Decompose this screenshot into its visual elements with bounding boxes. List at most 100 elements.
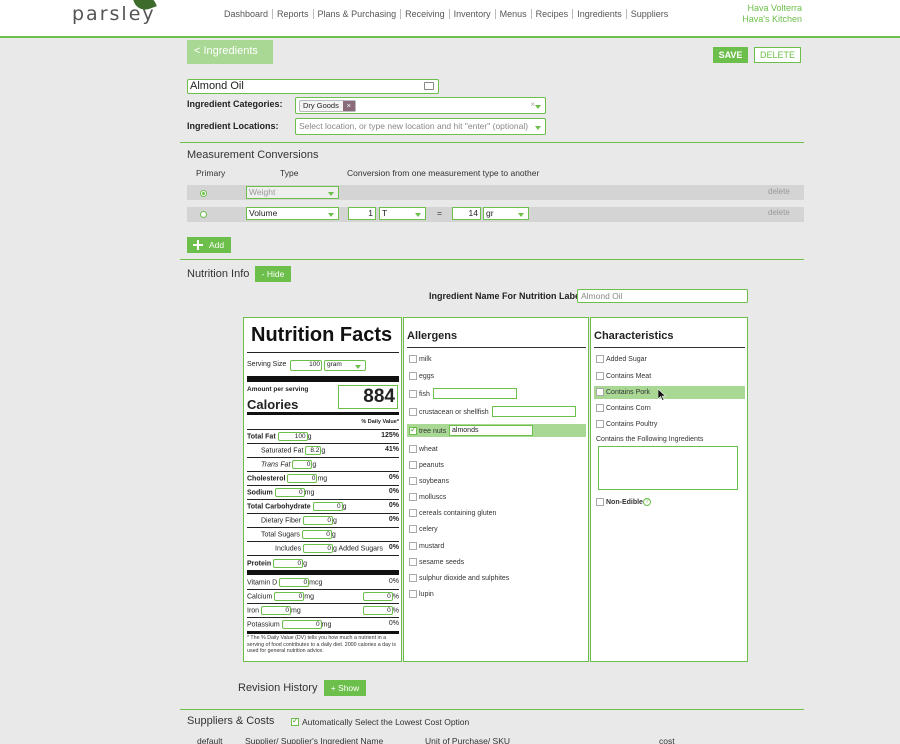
char-checkbox-added-sugar[interactable] — [596, 355, 604, 363]
sat-fat-label: Saturated Fat — [261, 447, 304, 455]
char-checkbox-pork[interactable] — [596, 388, 604, 396]
delete-row-volume[interactable]: delete — [768, 208, 790, 217]
tree-nuts-detail-input[interactable]: almonds — [449, 425, 533, 436]
qty1-input[interactable]: 1 — [348, 207, 376, 220]
allergen-checkbox-mustard[interactable] — [409, 542, 417, 550]
add-conversion-button[interactable]: Add — [187, 237, 231, 253]
carb-input[interactable]: 0 — [312, 502, 343, 511]
added-sugars-unit: g — [333, 545, 337, 553]
allergen-label: sesame seeds — [419, 559, 465, 566]
char-label: Added Sugar — [606, 356, 647, 363]
nav-dashboard[interactable]: Dashboard — [224, 9, 272, 19]
calcium-dv: % — [392, 593, 399, 601]
calcium-dv-input[interactable]: 0 — [362, 592, 393, 601]
allergen-checkbox-peanuts[interactable] — [409, 461, 417, 469]
nav-menus[interactable]: Menus — [494, 9, 531, 19]
sat-fat-input[interactable]: 8.2 — [305, 446, 322, 455]
allergen-checkbox-soybeans[interactable] — [409, 477, 417, 485]
top-bar: parsley Dashboard Reports Plans & Purcha… — [0, 0, 900, 38]
potassium-input[interactable]: 0 — [281, 620, 322, 629]
suppliers-title: Suppliers & Costs — [187, 715, 275, 727]
protein-input[interactable]: 0 — [273, 559, 304, 568]
back-to-ingredients-button[interactable]: < Ingredients — [187, 40, 273, 64]
type-select-weight[interactable]: Weight — [246, 186, 339, 199]
nav-plans-purchasing[interactable]: Plans & Purchasing — [312, 9, 401, 19]
shellfish-detail-input[interactable] — [492, 406, 576, 417]
qty2-input[interactable]: 14 — [452, 207, 481, 220]
nutrition-label-name-input[interactable]: Almond Oil — [577, 289, 748, 303]
protein-unit: g — [303, 560, 307, 568]
char-checkbox-poultry[interactable] — [596, 420, 604, 428]
unit1-select[interactable]: T — [379, 207, 426, 220]
fiber-input[interactable]: 0 — [303, 516, 334, 525]
ingredient-name-input[interactable]: Almond Oil — [187, 79, 439, 94]
potassium-label: Potassium — [247, 621, 280, 629]
col-conversion: Conversion from one measurement type to … — [347, 168, 540, 178]
allergen-checkbox-shellfish[interactable] — [409, 408, 417, 416]
iron-input[interactable]: 0 — [261, 606, 292, 615]
type-select-volume[interactable]: Volume — [246, 207, 339, 220]
primary-radio-volume[interactable] — [200, 211, 207, 218]
unit2-select[interactable]: gr — [483, 207, 529, 220]
nav-inventory[interactable]: Inventory — [448, 9, 495, 19]
sodium-dv: 0% — [388, 488, 399, 495]
rule — [594, 347, 745, 348]
rule — [247, 352, 399, 353]
category-chip-label: Dry Goods — [303, 101, 339, 110]
allergen-checkbox-tree-nuts[interactable] — [409, 425, 417, 435]
allergen-checkbox-wheat[interactable] — [409, 445, 417, 453]
fish-detail-input[interactable] — [433, 388, 517, 399]
total-fat-input[interactable]: 100 — [277, 432, 308, 441]
cholesterol-row: Cholesterol 0 mg 0% — [247, 474, 399, 484]
sugars-input[interactable]: 0 — [301, 530, 332, 539]
calcium-input[interactable]: 0 — [274, 592, 305, 601]
serving-unit-select[interactable]: gram — [324, 360, 366, 371]
allergen-checkbox-milk[interactable] — [409, 355, 417, 363]
allergen-checkbox-celery[interactable] — [409, 525, 417, 533]
sodium-label: Sodium — [247, 489, 273, 497]
help-icon[interactable]: ? — [643, 498, 651, 506]
clear-icon[interactable]: × — [530, 100, 535, 109]
contains-ingredients-textarea[interactable] — [598, 446, 738, 490]
allergen-checkbox-sesame[interactable] — [409, 558, 417, 566]
nav-recipes[interactable]: Recipes — [530, 9, 573, 19]
allergen-checkbox-sulphites[interactable] — [409, 574, 417, 582]
sodium-input[interactable]: 0 — [274, 488, 305, 497]
delete-row-weight[interactable]: delete — [768, 187, 790, 196]
nav-reports[interactable]: Reports — [272, 9, 313, 19]
allergen-checkbox-fish[interactable] — [409, 390, 417, 398]
locations-select[interactable]: Select location, or type new location an… — [295, 118, 546, 135]
categories-select[interactable]: Dry Goods × × — [295, 97, 546, 114]
nav-receiving[interactable]: Receiving — [400, 9, 449, 19]
allergen-label: fish — [419, 391, 430, 398]
save-button[interactable]: SAVE — [713, 47, 748, 63]
auto-lowest-cost-checkbox[interactable] — [291, 716, 299, 726]
serving-qty-input[interactable]: 100 — [290, 360, 322, 371]
user-menu[interactable]: Hava Volterra Hava's Kitchen — [742, 3, 802, 25]
trans-fat-input[interactable]: 0 — [292, 460, 313, 469]
non-edible-checkbox[interactable] — [596, 498, 604, 506]
allergen-checkbox-eggs[interactable] — [409, 372, 417, 380]
char-checkbox-meat[interactable] — [596, 372, 604, 380]
allergen-checkbox-gluten[interactable] — [409, 509, 417, 517]
delete-button[interactable]: DELETE — [754, 47, 801, 63]
hide-nutrition-button[interactable]: - Hide — [255, 266, 291, 282]
nav-suppliers[interactable]: Suppliers — [625, 9, 673, 19]
show-revisions-button[interactable]: + Show — [324, 680, 366, 696]
remove-chip-icon[interactable]: × — [342, 101, 355, 111]
iron-dv-input[interactable]: 0 — [362, 606, 393, 615]
vitd-input[interactable]: 0 — [279, 578, 310, 587]
name-card-icon[interactable] — [424, 82, 434, 90]
allergen-checkbox-lupin[interactable] — [409, 590, 417, 598]
added-sugars-row: Includes 0g Added Sugars 0% — [247, 544, 399, 554]
primary-radio-weight[interactable] — [200, 190, 207, 197]
potassium-row: Potassium 0 mg 0% — [247, 620, 399, 630]
added-sugars-input[interactable]: 0 — [303, 544, 334, 553]
nav-ingredients[interactable]: Ingredients — [572, 9, 626, 19]
allergen-label: eggs — [419, 373, 435, 380]
calories-input[interactable]: 884 — [338, 385, 398, 409]
sugars-unit: g — [331, 531, 336, 539]
char-checkbox-corn[interactable] — [596, 404, 604, 412]
allergen-checkbox-molluscs[interactable] — [409, 493, 417, 501]
cholesterol-input[interactable]: 0 — [287, 474, 318, 483]
